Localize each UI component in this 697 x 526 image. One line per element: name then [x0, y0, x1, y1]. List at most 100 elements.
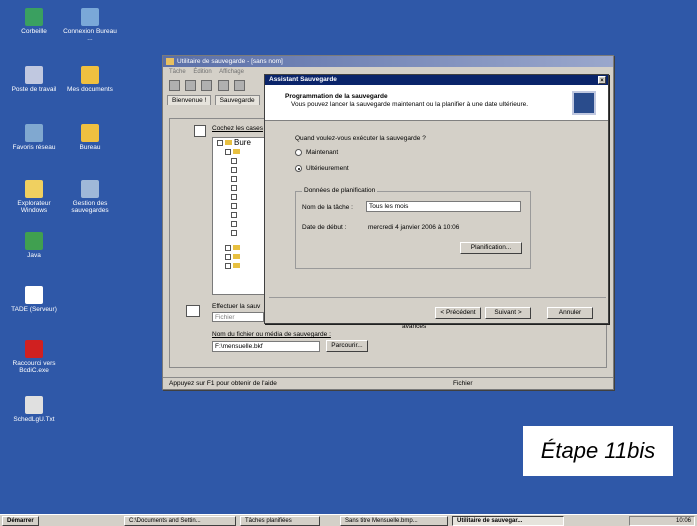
taskbar-item[interactable]: C:\Documents and Settin... [124, 516, 236, 526]
browse-button[interactable]: Parcourir... [326, 340, 368, 352]
status-bar: Appuyez sur F1 pour obtenir de l'aide Fi… [163, 377, 613, 389]
tree-checkbox[interactable] [225, 262, 231, 269]
back-button[interactable]: < Précédent [435, 307, 481, 319]
tab-backup[interactable]: Sauvegarde [214, 95, 260, 105]
taskbar-item[interactable]: Tâches planifiées [240, 516, 320, 526]
remote-desktop-icon [81, 8, 99, 26]
desktop-icon-label: Gestion des sauvegardes [71, 200, 109, 214]
tree-checkbox[interactable] [225, 148, 231, 155]
computer-icon [25, 66, 43, 84]
folder-icon [81, 124, 99, 142]
wizard-separator [269, 297, 606, 298]
window-title: Utilitaire de sauvegarde - [sans nom] [177, 58, 283, 65]
schedule-group-label: Données de planification [302, 187, 378, 194]
tree-checkbox[interactable] [225, 253, 231, 260]
schedule-button[interactable]: Planification... [460, 242, 522, 254]
desktop-folder-icon [225, 140, 232, 145]
recycle-bin-icon [25, 8, 43, 26]
backup-destination-icon [186, 305, 200, 317]
help-icon[interactable] [233, 80, 245, 91]
desktop-icon[interactable]: Raccourci vers BcdiC.exe [6, 340, 62, 374]
menu-view[interactable]: Affichage [219, 69, 244, 75]
tade-server-icon [25, 286, 43, 304]
desktop-icon[interactable]: Bureau [62, 124, 118, 151]
next-button[interactable]: Suivant > [485, 307, 531, 319]
cancel-button[interactable]: Annuler [547, 307, 593, 319]
media-input[interactable]: F:\mensuelle.bkf [212, 341, 320, 352]
tree-checkbox[interactable] [231, 193, 237, 200]
wizard-subheading: Vous pouvez lancer la sauvegarde mainten… [291, 101, 529, 108]
desktop-icon[interactable]: Corbeille [6, 8, 62, 35]
radio-later[interactable]: Ultérieurement [295, 165, 349, 172]
system-tray: 10:06 [629, 516, 695, 526]
folder-icon [233, 149, 240, 154]
task-name-label: Nom de la tâche : [302, 204, 353, 211]
desktop-icon-label: Mes documents [67, 86, 113, 93]
desktop-icon-label: Java [27, 252, 41, 259]
tree-checkbox[interactable] [231, 175, 237, 182]
window-titlebar[interactable]: Utilitaire de sauvegarde - [sans nom] [163, 56, 613, 67]
taskbar-item[interactable]: Sans titre Mensuelle.bmp... [340, 516, 448, 526]
desktop-icon-label: Explorateur Windows [17, 200, 51, 214]
backup-job-icon [194, 125, 206, 137]
desktop-icon-label: Raccourci vers BcdiC.exe [12, 360, 56, 374]
status-help: Appuyez sur F1 pour obtenir de l'aide [169, 380, 277, 387]
taskbar-item[interactable]: Utilitaire de sauvegar... [452, 516, 564, 526]
desktop-icon-label: Poste de travail [11, 86, 57, 93]
new-icon[interactable] [169, 80, 180, 91]
close-icon[interactable]: × [598, 76, 606, 84]
desktop-icon[interactable]: Poste de travail [6, 66, 62, 93]
tree-checkbox[interactable] [217, 139, 223, 146]
start-label: Démarrer [7, 518, 34, 524]
desktop-icon-label: Bureau [79, 144, 101, 151]
tree-checkbox[interactable] [231, 211, 237, 218]
tree-checkbox[interactable] [231, 220, 237, 227]
tree-checkbox[interactable] [225, 244, 231, 251]
radio-now[interactable]: Maintenant [295, 149, 338, 156]
folder-icon [233, 254, 240, 259]
desktop-icon[interactable]: Mes documents [62, 66, 118, 93]
radio-now-label: Maintenant [306, 149, 339, 156]
radio-now-circle[interactable] [295, 149, 302, 156]
menu-edit[interactable]: Édition [193, 69, 211, 75]
tree-checkbox[interactable] [231, 202, 237, 209]
tree-checkbox[interactable] [231, 229, 237, 236]
desktop-icon[interactable]: Favoris réseau [6, 124, 62, 151]
text-file-icon [25, 396, 43, 414]
menu-task[interactable]: Tâche [169, 69, 186, 75]
report-icon[interactable] [217, 80, 229, 91]
schedule-question: Quand voulez-vous exécuter la sauvegarde… [295, 135, 426, 142]
desktop-icon[interactable]: Connexion Bureau ... [62, 8, 118, 42]
radio-later-circle[interactable] [295, 165, 302, 172]
folder-icon [233, 263, 240, 268]
save-icon[interactable] [201, 80, 213, 91]
schedule-wizard-icon [572, 91, 596, 115]
documents-folder-icon [81, 66, 99, 84]
open-icon[interactable] [185, 80, 197, 91]
destination-select[interactable]: Fichier [212, 312, 264, 322]
wizard-header: Programmation de la sauvegarde Vous pouv… [265, 85, 608, 121]
desktop-icon[interactable]: TADE (Serveur) [6, 286, 62, 313]
explorer-icon [25, 180, 43, 198]
start-date-label: Date de début : [302, 224, 347, 231]
tab-welcome[interactable]: Bienvenue ! [167, 95, 212, 105]
folder-icon [233, 245, 240, 250]
tree-checkbox[interactable] [231, 157, 237, 164]
tree-checkbox[interactable] [231, 166, 237, 173]
tree-checkbox[interactable] [231, 184, 237, 191]
start-button[interactable]: Démarrer [2, 516, 39, 526]
desktop-icon[interactable]: SchedLgU.Txt [6, 396, 62, 423]
desktop-icon[interactable]: Gestion des sauvegardes [62, 180, 118, 214]
desktop-icon-label: Favoris réseau [12, 144, 56, 151]
desktop-icon[interactable]: Java [6, 232, 62, 259]
wizard-title: Assistant Sauvegarde [269, 76, 337, 83]
wizard-titlebar[interactable]: Assistant Sauvegarde × [265, 75, 608, 85]
step-label: Étape 11bis [523, 426, 673, 476]
bcdi-icon [25, 340, 43, 358]
java-icon [25, 232, 43, 250]
desktop-icon-label: TADE (Serveur) [11, 306, 57, 313]
desktop-icon[interactable]: Explorateur Windows [6, 180, 62, 214]
taskbar: Démarrer C:\Documents and Settin... Tâch… [0, 514, 697, 526]
backup-wizard-dialog: Assistant Sauvegarde × Programmation de … [264, 74, 609, 324]
task-name-input[interactable]: Tous les mois [366, 201, 521, 212]
